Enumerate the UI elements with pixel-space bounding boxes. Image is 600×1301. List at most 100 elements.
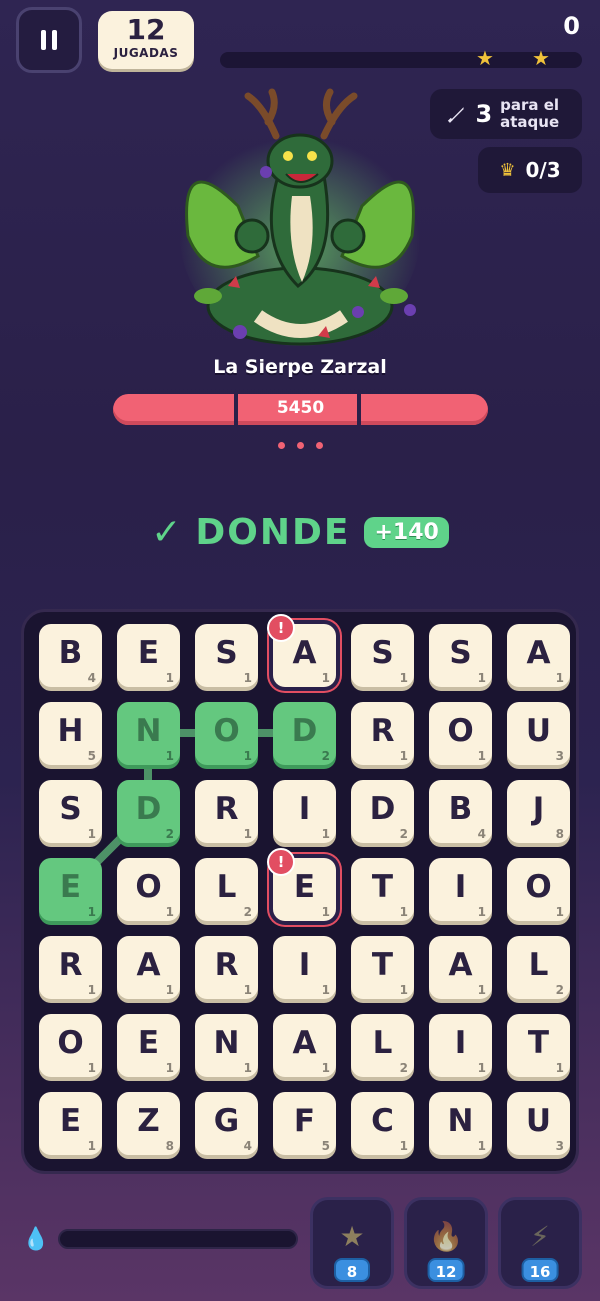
warning-badge: ! bbox=[267, 848, 295, 876]
lightning-icon: ⚡ bbox=[530, 1220, 550, 1253]
tile-value: 1 bbox=[555, 905, 564, 919]
tile-value: 1 bbox=[555, 1061, 564, 1075]
tile-letter: S bbox=[371, 635, 394, 671]
tile-value: 1 bbox=[477, 905, 486, 919]
letter-tile[interactable]: E1 bbox=[39, 1092, 102, 1155]
fire-icon: 🔥 bbox=[428, 1220, 464, 1253]
letter-tile[interactable]: L2 bbox=[507, 936, 570, 999]
tile-letter: L bbox=[372, 1025, 393, 1061]
letter-tile[interactable]: S1 bbox=[195, 624, 258, 687]
tile-letter: L bbox=[216, 869, 237, 905]
letter-tile[interactable]: A1 bbox=[429, 936, 492, 999]
letter-tile[interactable]: A1 bbox=[273, 1014, 336, 1077]
tile-value: 1 bbox=[321, 983, 330, 997]
tile-value: 1 bbox=[87, 983, 96, 997]
tile-letter: A bbox=[448, 947, 473, 983]
letter-tile[interactable]: E1 bbox=[39, 858, 102, 921]
tile-value: 2 bbox=[243, 905, 252, 919]
powerup-fire-button[interactable]: 🔥 12 bbox=[404, 1197, 488, 1289]
letter-tile[interactable]: R1 bbox=[39, 936, 102, 999]
tile-letter: R bbox=[214, 947, 239, 983]
tile-letter: E bbox=[137, 635, 160, 671]
letter-tile[interactable]: U3 bbox=[507, 1092, 570, 1155]
letter-tile[interactable]: O1 bbox=[195, 702, 258, 765]
tile-letter: O bbox=[447, 713, 474, 749]
tile-letter: O bbox=[525, 869, 552, 905]
letter-tile[interactable]: S1 bbox=[39, 780, 102, 843]
letter-tile[interactable]: T1 bbox=[351, 936, 414, 999]
tile-letter: A bbox=[136, 947, 161, 983]
letter-tile[interactable]: O1 bbox=[429, 702, 492, 765]
letter-tile[interactable]: J8 bbox=[507, 780, 570, 843]
letter-tile[interactable]: B4 bbox=[429, 780, 492, 843]
letter-tile[interactable]: B4 bbox=[39, 624, 102, 687]
tile-value: 1 bbox=[87, 1139, 96, 1153]
tile-letter: J bbox=[532, 791, 545, 827]
letter-tile[interactable]: C1 bbox=[351, 1092, 414, 1155]
letter-tile[interactable]: R1 bbox=[351, 702, 414, 765]
tile-letter: Z bbox=[137, 1103, 160, 1139]
powerup-lightning-button[interactable]: ⚡ 16 bbox=[498, 1197, 582, 1289]
tile-letter: R bbox=[370, 713, 395, 749]
tile-letter: T bbox=[371, 869, 394, 905]
tile-letter: I bbox=[298, 791, 311, 827]
tile-letter: C bbox=[371, 1103, 394, 1139]
tile-letter: F bbox=[293, 1103, 316, 1139]
letter-tile[interactable]: A1 bbox=[507, 624, 570, 687]
tile-value: 5 bbox=[321, 1139, 330, 1153]
letter-tile[interactable]: L2 bbox=[195, 858, 258, 921]
tile-value: 2 bbox=[555, 983, 564, 997]
tile-value: 1 bbox=[165, 749, 174, 763]
letter-tile[interactable]: N1 bbox=[117, 702, 180, 765]
letter-tile[interactable]: A1 bbox=[117, 936, 180, 999]
tile-letter: O bbox=[57, 1025, 84, 1061]
letter-tile[interactable]: G4 bbox=[195, 1092, 258, 1155]
tile-value: 1 bbox=[87, 1061, 96, 1075]
letter-tile[interactable]: F5 bbox=[273, 1092, 336, 1155]
tile-value: 1 bbox=[243, 1061, 252, 1075]
letter-tile[interactable]: D2 bbox=[273, 702, 336, 765]
letter-tile[interactable]: I1 bbox=[273, 780, 336, 843]
letter-tile[interactable]: O1 bbox=[117, 858, 180, 921]
letter-tile[interactable]: U3 bbox=[507, 702, 570, 765]
tile-value: 8 bbox=[555, 827, 564, 841]
letter-tile[interactable]: I1 bbox=[429, 858, 492, 921]
powerup-star-button[interactable]: ★ 8 bbox=[310, 1197, 394, 1289]
tile-value: 1 bbox=[165, 671, 174, 685]
letter-tile[interactable]: O1 bbox=[39, 1014, 102, 1077]
letter-tile[interactable]: S1 bbox=[351, 624, 414, 687]
letter-tile[interactable]: I1 bbox=[429, 1014, 492, 1077]
letter-tile[interactable]: N1 bbox=[195, 1014, 258, 1077]
tile-letter: N bbox=[135, 713, 162, 749]
tile-value: 1 bbox=[555, 671, 564, 685]
letter-tile[interactable]: I1 bbox=[273, 936, 336, 999]
letter-tile[interactable]: E 1! bbox=[267, 848, 336, 921]
letter-tile[interactable]: R1 bbox=[195, 780, 258, 843]
letter-tile[interactable]: L2 bbox=[351, 1014, 414, 1077]
letter-tile[interactable]: Z8 bbox=[117, 1092, 180, 1155]
powerup-count: 16 bbox=[521, 1258, 559, 1282]
tile-letter: I bbox=[454, 1025, 467, 1061]
tile-value: 4 bbox=[477, 827, 486, 841]
letter-tile[interactable]: S1 bbox=[429, 624, 492, 687]
letter-tile[interactable]: N1 bbox=[429, 1092, 492, 1155]
letter-tile[interactable]: T1 bbox=[507, 1014, 570, 1077]
letter-tile[interactable]: T1 bbox=[351, 858, 414, 921]
letter-tile[interactable]: D2 bbox=[351, 780, 414, 843]
letter-tile[interactable]: E1 bbox=[117, 624, 180, 687]
tile-letter: D bbox=[135, 791, 162, 827]
letter-tile[interactable]: D2 bbox=[117, 780, 180, 843]
tile-letter: E bbox=[59, 1103, 82, 1139]
letter-tile[interactable]: H5 bbox=[39, 702, 102, 765]
letter-tile[interactable]: A 1! bbox=[267, 614, 336, 687]
letter-tile[interactable]: O1 bbox=[507, 858, 570, 921]
tile-letter: S bbox=[449, 635, 472, 671]
tile-letter: S bbox=[59, 791, 82, 827]
letter-tile[interactable]: E1 bbox=[117, 1014, 180, 1077]
star-icon: ★ bbox=[339, 1220, 365, 1253]
tile-letter: U bbox=[525, 713, 552, 749]
powerup-count: 12 bbox=[427, 1258, 465, 1282]
tile-value: 2 bbox=[399, 1061, 408, 1075]
letter-tile[interactable]: R1 bbox=[195, 936, 258, 999]
tile-letter: B bbox=[448, 791, 473, 827]
